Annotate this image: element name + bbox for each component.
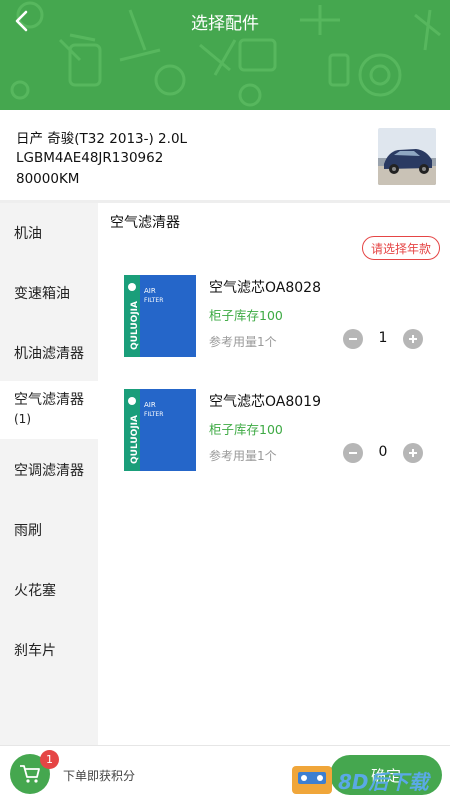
sidebar-item-brake-pad[interactable]: 刹车片: [0, 620, 98, 680]
vehicle-model: 日产 奇骏(T32 2013-) 2.0L: [16, 131, 188, 147]
product-name: 空气滤芯OA8028: [209, 280, 321, 296]
product-ref-usage: 参考用量1个: [209, 335, 277, 349]
sidebar-item-label: 机油: [14, 226, 42, 242]
plus-icon: [409, 335, 417, 343]
plus-icon: [409, 449, 417, 457]
sidebar-item-label: 刹车片: [14, 643, 56, 659]
box-brand: QULUOJIA: [130, 415, 140, 464]
sidebar-item-wiper[interactable]: 雨刷: [0, 500, 98, 560]
sidebar-item-transmission-oil[interactable]: 变速箱油: [0, 263, 98, 323]
sidebar-item-label: 空气滤清器: [14, 392, 84, 408]
cart-count-badge: 1: [40, 750, 59, 769]
air-filter-box-image: AIR FILTER QULUOJIA: [124, 275, 196, 357]
vehicle-photo: [378, 128, 436, 185]
minus-icon: [349, 452, 357, 454]
sidebar-item-cabin-filter[interactable]: 空调滤清器: [0, 440, 98, 500]
sidebar-item-air-filter[interactable]: 空气滤清器 (1): [0, 381, 98, 439]
category-title: 空气滤清器: [110, 215, 180, 231]
box-label-main: AIR: [144, 401, 156, 409]
quantity-increase-button[interactable]: [403, 443, 423, 463]
sidebar-item-label: 雨刷: [14, 523, 42, 539]
cart-icon: [20, 765, 40, 783]
air-filter-box-image: AIR FILTER QULUOJIA: [124, 389, 196, 471]
vehicle-info: 日产 奇骏(T32 2013-) 2.0L LGBM4AE48JR130962 …: [0, 110, 450, 200]
quantity-value: 0: [378, 444, 388, 460]
product-ref-usage: 参考用量1个: [209, 449, 277, 463]
product-name: 空气滤芯OA8019: [209, 394, 321, 410]
sidebar-item-oil-filter[interactable]: 机油滤清器: [0, 323, 98, 383]
sidebar-item-engine-oil[interactable]: 机油: [0, 203, 98, 263]
box-label-sub: FILTER: [144, 411, 163, 418]
select-year-button[interactable]: 请选择年款: [362, 236, 440, 260]
sidebar-item-label: 火花塞: [14, 583, 56, 599]
watermark-text: 8D后下载: [338, 770, 429, 794]
vehicle-mileage: 80000KM: [16, 171, 80, 187]
sidebar-item-spark-plug[interactable]: 火花塞: [0, 560, 98, 620]
category-sidebar: 机油 变速箱油 机油滤清器 空气滤清器 (1) 空调滤清器 雨刷 火花塞 刹车片: [0, 203, 98, 745]
box-label-main: AIR: [144, 287, 156, 295]
box-brand: QULUOJIA: [130, 301, 140, 350]
quantity-value: 1: [378, 330, 388, 346]
sidebar-item-label: 变速箱油: [14, 286, 70, 302]
product-stock: 柜子库存100: [209, 422, 283, 437]
quantity-decrease-button[interactable]: [343, 443, 363, 463]
points-hint: 下单即获积分: [63, 769, 136, 783]
sidebar-item-label: 空调滤清器: [14, 463, 84, 479]
product-item[interactable]: AIR FILTER QULUOJIA 空气滤芯OA8028 柜子库存100 参…: [98, 275, 450, 365]
quantity-decrease-button[interactable]: [343, 329, 363, 349]
vehicle-vin: LGBM4AE48JR130962: [16, 150, 164, 166]
quantity-increase-button[interactable]: [403, 329, 423, 349]
sidebar-item-count: (1): [14, 412, 31, 426]
header-bar: 选择配件: [0, 0, 450, 110]
product-stock: 柜子库存100: [209, 308, 283, 323]
box-label-sub: FILTER: [144, 297, 163, 304]
product-list-panel: 空气滤清器 请选择年款 AIR FILTER QULUOJIA 空气滤芯OA80…: [98, 203, 450, 745]
minus-icon: [349, 338, 357, 340]
sidebar-item-label: 机油滤清器: [14, 346, 84, 362]
page-title: 选择配件: [191, 14, 259, 34]
product-item[interactable]: AIR FILTER QULUOJIA 空气滤芯OA8019 柜子库存100 参…: [98, 389, 450, 479]
